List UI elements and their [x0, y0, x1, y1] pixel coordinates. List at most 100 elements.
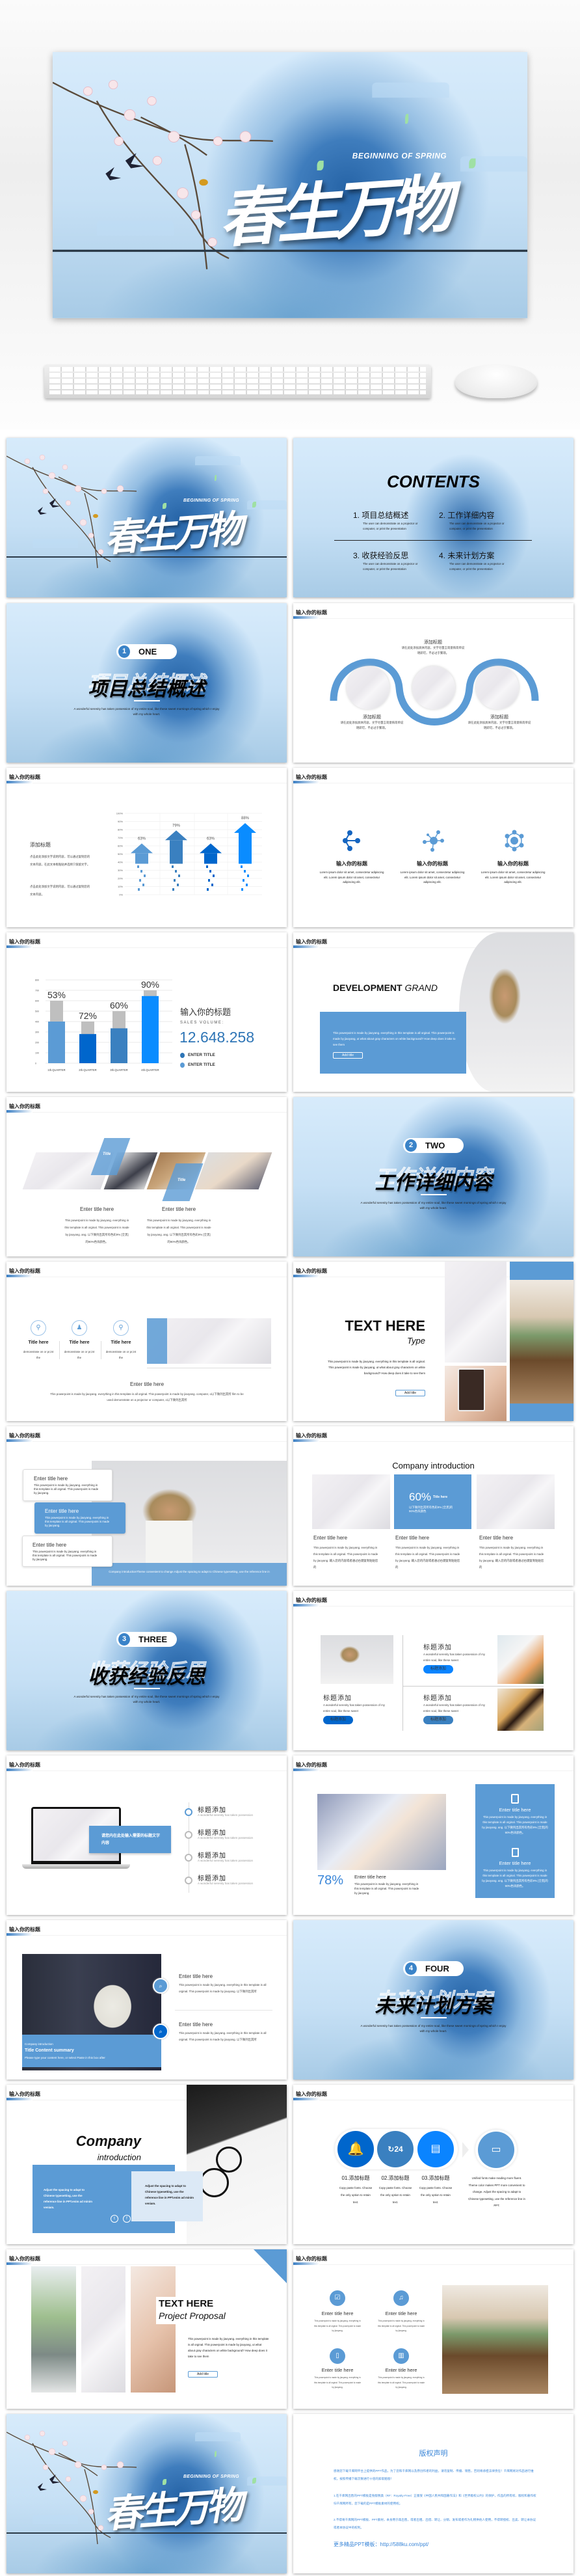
arrow-fragment — [172, 888, 174, 891]
slide-grid-four[interactable]: 输入你的标题 标题添加 A wonderful serenity has tak… — [293, 1591, 573, 1750]
slide-development[interactable]: 输入你的标题 DEVELOPMENT GRAND This powerpoint… — [293, 932, 573, 1092]
slide-text-here[interactable]: 输入你的标题 TEXT HERE Type This powerpoint is… — [293, 1262, 573, 1421]
x-tick-label: 4th.QUARTER — [141, 1068, 159, 1072]
slide-header: 输入你的标题 — [9, 1104, 40, 1109]
contents-item-desc: The user can demonstrate on a projector … — [363, 522, 418, 530]
flower-photo — [459, 932, 573, 1092]
info-panel: Enter title here This powerpoint is made… — [475, 1784, 555, 1898]
add-title-button[interactable]: Add title — [333, 1052, 363, 1059]
twitter-icon[interactable]: t — [111, 2215, 118, 2223]
slide-steps[interactable]: 输入你的标题 🔔 ↻24 ▤ ▭ 01.添加标题 Copy paste font… — [293, 2085, 573, 2244]
stat-title: Title here — [433, 1495, 448, 1499]
arrow-bar — [170, 840, 183, 864]
stat-desc: 以下微列出其所有色彩9% [全黑]的90%色块颜色 — [409, 1506, 453, 1513]
slide-section-one[interactable]: 1 ONE 项目总结概述 项目总结概述 A wonderful serenity … — [7, 603, 287, 763]
slide-titles-three[interactable]: 输入你的标题 ⚲ ♟ ⚲ Title here demonstrate on o… — [7, 1262, 287, 1421]
slide-icons-four[interactable]: 输入你的标题 ☑ ♫ ▯ ▥ Enter title here This pow… — [293, 2249, 573, 2409]
slide-section-two[interactable]: 2 TWO 工作详细内容 工作详细内容 A wonderful serenity … — [293, 1097, 573, 1256]
slide-company-three[interactable]: 输入你的标题 Company introduction 60% Title he… — [293, 1426, 573, 1586]
tablet-photo — [445, 1366, 507, 1421]
document-icon: ▯ — [330, 2348, 345, 2364]
slide-cover[interactable]: 春生万物 BEGINNING OF SPRING — [7, 438, 287, 597]
section-badge: 3 THREE — [116, 1632, 177, 1647]
add-title-button[interactable]: Add title — [188, 2371, 218, 2378]
column-title: Enter title here — [313, 1535, 348, 1541]
entry-title: Enter title here — [179, 1973, 213, 1979]
slide-section-three[interactable]: 3 THREE 收获经验反思 收获经验反思 A wonderful serenit… — [7, 1591, 287, 1750]
arrow-fragment — [209, 870, 211, 873]
item-title: Title here — [28, 1340, 49, 1345]
item-title: 标题添加 — [423, 1644, 452, 1651]
title-underline — [421, 2017, 447, 2018]
card-text: This powerpoint is made by jiaoyang. eve… — [33, 1550, 98, 1561]
slide-bar-chart[interactable]: 输入你的标题 0 100 200 300 400 500 600 700 800 53% 1th.Q… — [7, 932, 287, 1092]
slide-suit[interactable]: 输入你的标题 Company introduction Title Conten… — [7, 1920, 287, 2080]
slide-company-intro[interactable]: 输入你的标题 Company introduction Adjust the s… — [7, 2085, 287, 2244]
card-highlight: Enter title here This powerpoint is made … — [34, 1502, 125, 1534]
caption-band: Company introduction Title Content summa… — [22, 2035, 161, 2067]
cafe-photo — [442, 2285, 548, 2394]
step-label: 02.添加标题 — [381, 2175, 410, 2181]
contents-item-3[interactable]: 3. 收获经验反思 — [353, 550, 408, 561]
box-text: Adjust the spacing to adapt to Chinese t… — [145, 2184, 194, 2205]
slide-copyright[interactable]: 版权声明 感谢您下载千库网平台上提供的PPT作品，为了您和千库网以及原创作者的利… — [293, 2414, 573, 2573]
slide-timeline[interactable]: 输入你的标题 请您内在此处输入需要的标题文字内容 标题添加 A wonderful… — [7, 1756, 287, 1915]
data-label: 72% — [79, 1010, 97, 1021]
section-desc: A wonderful serenity has taken possessio… — [73, 707, 220, 716]
slide-header: 输入你的标题 — [296, 1433, 327, 1439]
bell-icon: ♫ — [393, 2290, 409, 2306]
callout-text: 请您内在此处输入需要的标题文字内容 — [101, 1834, 161, 1845]
slide-section-four[interactable]: 4 FOUR 未来计划方案 未来计划方案 A wonderful serenity… — [293, 1920, 573, 2080]
contents-item-4[interactable]: 4. 未来计划方案 — [439, 550, 494, 561]
item-button[interactable]: 标题添加 — [423, 1665, 453, 1674]
item-desc: Lorem ipsum dolor sit amet, consectetur … — [319, 871, 384, 884]
copyright-link[interactable]: 更多精品PPT模板：http://588ku.com/ppt/ — [334, 2541, 428, 2548]
add-title-button[interactable]: Add title — [395, 1390, 425, 1396]
divider — [334, 540, 532, 541]
item-button[interactable]: 标题添加 — [323, 1716, 353, 1724]
contents-item-desc: The user can demonstrate on a projector … — [449, 522, 505, 530]
x-tick-label: 3th.QUARTER — [110, 1068, 127, 1072]
contents-item-1[interactable]: 1. 项目总结概述 — [353, 509, 408, 521]
org-icon: ⚲ — [113, 1320, 129, 1336]
slide-cover-end[interactable]: 春生万物 BEGINNING OF SPRING — [7, 2414, 287, 2573]
y-tick-label: 500 — [35, 1010, 39, 1013]
slide-photo-strip[interactable]: 输入你的标题 Title Title Enter title here This… — [7, 1097, 287, 1256]
item-button[interactable]: 标题添加 — [423, 1716, 453, 1724]
timeline-desc: A wonderful serenity has taken possessio… — [198, 1813, 254, 1817]
card: Enter title here This powerpoint is made … — [22, 1536, 112, 1567]
handshake-photo — [317, 1794, 446, 1870]
arrow-bar — [204, 853, 217, 864]
slide-proposal[interactable]: 输入你的标题 TEXT HERE Project Proposal This p… — [7, 2249, 287, 2409]
section-badge: 4 FOUR — [403, 1961, 464, 1976]
bar-value — [48, 1022, 65, 1063]
section-label: THREE — [138, 1634, 168, 1644]
contents-item-2[interactable]: 2. 工作详细内容 — [439, 509, 494, 521]
tablet-icon — [511, 1794, 519, 1804]
slide-arrow-chart[interactable]: 输入你的标题 添加标题 点击此处添加文字说明内容，可以通过复制您的文本内容，在此… — [7, 768, 287, 927]
card-text: This powerpoint is made by jiaoyang. eve… — [45, 1516, 110, 1527]
copyright-paragraph: 感谢您下载千库网平台上提供的PPT作品，为了您和千库网以及原创作者的利益，请勿复… — [334, 2469, 534, 2480]
slide-icons-three[interactable]: 输入你的标题 输入你的标题 Lorem ipsum dolor sit amet… — [293, 768, 573, 927]
data-label: 88% — [241, 817, 250, 820]
step-label: 03.添加标题 — [421, 2175, 450, 2181]
slide-handshake[interactable]: 输入你的标题 78% Enter title here This powerpo… — [293, 1756, 573, 1915]
slide-contents[interactable]: CONTENTS 1. 项目总结概述 The user can demonstr… — [293, 438, 573, 597]
title-underline — [134, 1688, 160, 1689]
legend-label: ENTER TITLE — [188, 1063, 215, 1067]
band-small: Company introduction — [25, 2042, 53, 2046]
item-title: Enter title here — [321, 2311, 354, 2316]
section-text: This powerpoint is made by jiaoyang. eve… — [50, 1392, 244, 1402]
item-desc: Lorem ipsum dolor sit amet, consectetur … — [481, 871, 546, 884]
data-label: 53% — [47, 990, 66, 1000]
facebook-icon[interactable]: f — [123, 2215, 131, 2223]
entry-text: This powerpoint is made by jiaoyang. eve… — [179, 2031, 267, 2041]
blue-text-box: This powerpoint is made by jiaoyang. eve… — [320, 1012, 466, 1074]
development-title: DEVELOPMENT GRAND — [333, 983, 438, 993]
arrow-fragment — [172, 865, 174, 868]
section-label: FOUR — [425, 1964, 449, 1973]
slide-wave[interactable]: 输入你的标题 添加标题 请在此处添加具体内容，文字尽量言简意赅简单说明即可，不必… — [293, 603, 573, 763]
wave-title: 添加标题 — [424, 640, 442, 645]
slide-cards[interactable]: 输入你的标题 Company introductionTheme conveni… — [7, 1426, 287, 1586]
y-tick-label: 70% — [118, 836, 123, 839]
